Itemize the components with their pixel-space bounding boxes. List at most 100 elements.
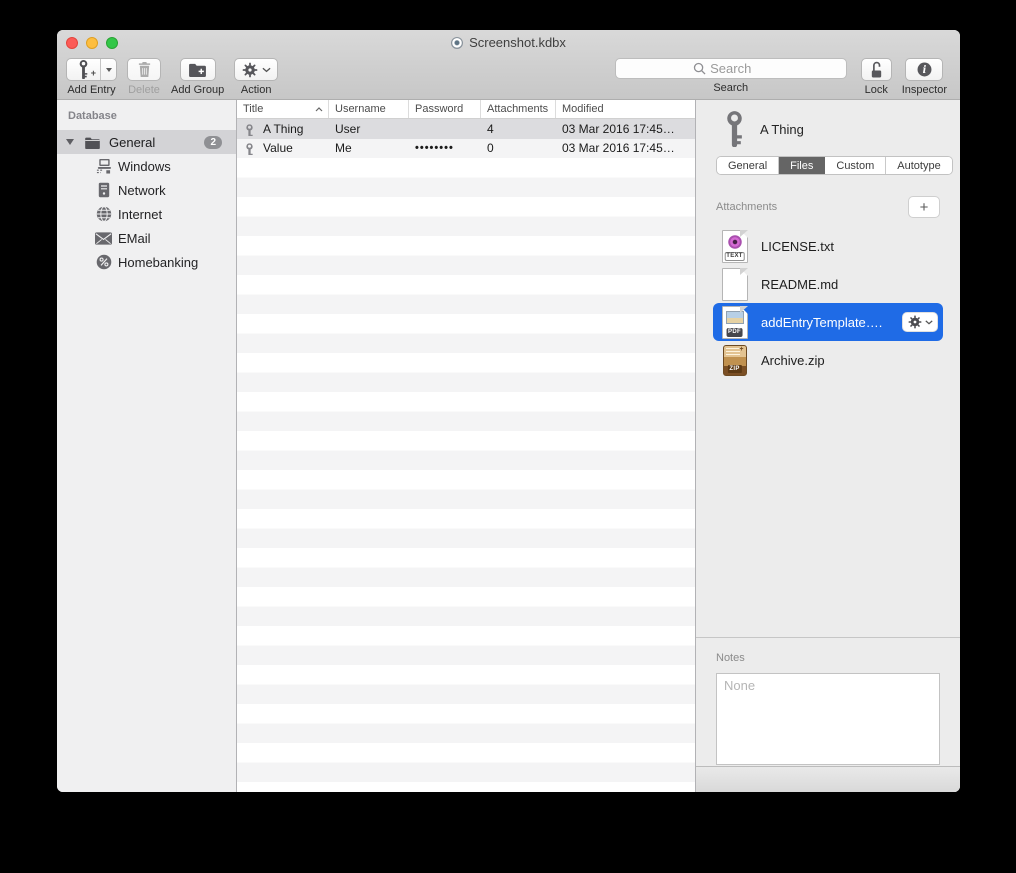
notes-section: Notes <box>696 637 960 766</box>
cell-username: Me <box>329 141 409 155</box>
notes-label: Notes <box>716 652 745 664</box>
sidebar-item-homebanking[interactable]: Homebanking <box>57 250 236 274</box>
gear-icon <box>908 315 922 329</box>
add-group-label: Add Group <box>171 84 224 96</box>
entry-table: Title Username Password Attachments Modi… <box>237 100 696 792</box>
chevron-down-icon <box>262 67 271 73</box>
magnifier-icon <box>693 62 706 75</box>
attachment-name: README.md <box>761 277 838 292</box>
key-plus-icon[interactable]: + <box>67 59 100 80</box>
cell-modified: 03 Mar 2016 17:45… <box>556 122 695 136</box>
lock-item: Lock <box>861 58 892 96</box>
column-header-title[interactable]: Title <box>237 100 329 118</box>
lock-button[interactable] <box>861 58 892 81</box>
sidebar-item-label: Windows <box>118 159 171 174</box>
app-window: Screenshot.kdbx + Add Entry <box>57 30 960 792</box>
attachments-label: Attachments <box>716 201 777 213</box>
cell-attachments: 4 <box>481 122 556 136</box>
sidebar-item-label: Network <box>118 183 166 198</box>
add-group-item: Add Group <box>171 58 224 96</box>
attachment-name: LICENSE.txt <box>761 239 834 254</box>
tab-autotype[interactable]: Autotype <box>886 157 951 174</box>
sidebar-item-internet[interactable]: Internet <box>57 202 236 226</box>
delete-item: Delete <box>127 58 161 96</box>
inspector-panel: A Thing General Files Custom Autotype At… <box>696 100 960 792</box>
sidebar-item-label: General <box>109 135 204 150</box>
sidebar-item-label: Internet <box>118 207 162 222</box>
cell-title: Value <box>263 141 293 155</box>
envelope-icon <box>95 232 112 245</box>
action-item: Action <box>234 58 278 96</box>
plus-glyph: + <box>91 69 96 78</box>
attachment-row[interactable]: TEXT LICENSE.txt <box>713 227 943 265</box>
chevron-down-icon <box>925 320 933 325</box>
cell-password: •••••••• <box>409 142 481 154</box>
folder-icon <box>84 136 101 149</box>
add-attachment-button[interactable]: + <box>908 196 940 218</box>
folder-plus-icon <box>188 62 207 77</box>
open-padlock-icon <box>869 61 884 79</box>
entry-count-badge: 2 <box>204 136 222 149</box>
column-header-username[interactable]: Username <box>329 100 409 118</box>
trash-icon <box>137 61 152 78</box>
cell-modified: 03 Mar 2016 17:45… <box>556 141 695 155</box>
table-row[interactable]: Value Me •••••••• 0 03 Mar 2016 17:45… <box>237 139 695 159</box>
add-entry-label: Add Entry <box>67 84 115 96</box>
attachment-row[interactable]: README.md <box>713 265 943 303</box>
delete-label: Delete <box>128 84 160 96</box>
sidebar-item-general[interactable]: General 2 <box>57 130 236 154</box>
inspector-label: Inspector <box>902 84 947 96</box>
dropdown-arrow-icon <box>106 68 112 72</box>
zip-file-icon: ZIP <box>720 345 749 376</box>
cell-username: User <box>329 122 409 136</box>
attachment-list: TEXT LICENSE.txt README.md PDF <box>716 227 940 379</box>
workgroup-icon <box>95 158 112 174</box>
cell-title: A Thing <box>263 122 303 136</box>
inspector-button[interactable]: i <box>905 58 943 81</box>
inspector-footer <box>696 766 960 792</box>
table-body: A Thing User 4 03 Mar 2016 17:45… Value … <box>237 119 695 792</box>
sidebar-item-email[interactable]: EMail <box>57 226 236 250</box>
disclosure-triangle-icon[interactable] <box>66 139 74 145</box>
action-label: Action <box>241 84 272 96</box>
add-entry-dropdown[interactable] <box>100 59 116 80</box>
globe-icon <box>95 206 112 222</box>
attachment-action-button[interactable] <box>902 312 938 332</box>
action-button[interactable] <box>234 58 278 81</box>
attachment-row-selected[interactable]: PDF addEntryTemplate…. <box>713 303 943 341</box>
notes-input[interactable] <box>716 673 940 765</box>
tab-general[interactable]: General <box>717 157 779 174</box>
entry-title: A Thing <box>760 122 804 137</box>
column-header-modified[interactable]: Modified <box>556 100 695 118</box>
add-entry-item: + Add Entry <box>66 58 117 96</box>
add-group-button[interactable] <box>180 58 216 81</box>
lock-label: Lock <box>865 84 888 96</box>
window-title-area: Screenshot.kdbx <box>57 30 960 55</box>
search-item: Search <box>615 58 847 94</box>
percent-circle-icon <box>95 254 112 270</box>
sidebar-item-network[interactable]: Network <box>57 178 236 202</box>
markdown-file-icon <box>720 268 749 301</box>
text-file-icon: TEXT <box>720 230 749 263</box>
sidebar-item-windows[interactable]: Windows <box>57 154 236 178</box>
table-row[interactable]: A Thing User 4 03 Mar 2016 17:45… <box>237 119 695 139</box>
column-header-password[interactable]: Password <box>409 100 481 118</box>
group-sidebar: Database General 2 <box>57 100 237 792</box>
attachment-name: Archive.zip <box>761 353 825 368</box>
search-label: Search <box>713 82 748 94</box>
tab-custom[interactable]: Custom <box>825 157 886 174</box>
add-entry-button[interactable]: + <box>66 58 117 81</box>
delete-button[interactable] <box>127 58 161 81</box>
inspector-header: A Thing <box>716 111 940 147</box>
attachment-name: addEntryTemplate…. <box>761 315 882 330</box>
sidebar-section-header: Database <box>57 107 236 130</box>
inspector-item: i Inspector <box>902 58 947 96</box>
search-input[interactable] <box>615 58 847 79</box>
pdf-file-icon: PDF <box>720 306 749 339</box>
title-bar: Screenshot.kdbx <box>57 30 960 55</box>
column-header-attachments[interactable]: Attachments <box>481 100 556 118</box>
attachment-row[interactable]: ZIP Archive.zip <box>713 341 943 379</box>
tab-files[interactable]: Files <box>779 157 825 174</box>
document-proxy-icon <box>451 37 463 49</box>
info-icon: i <box>916 61 933 78</box>
